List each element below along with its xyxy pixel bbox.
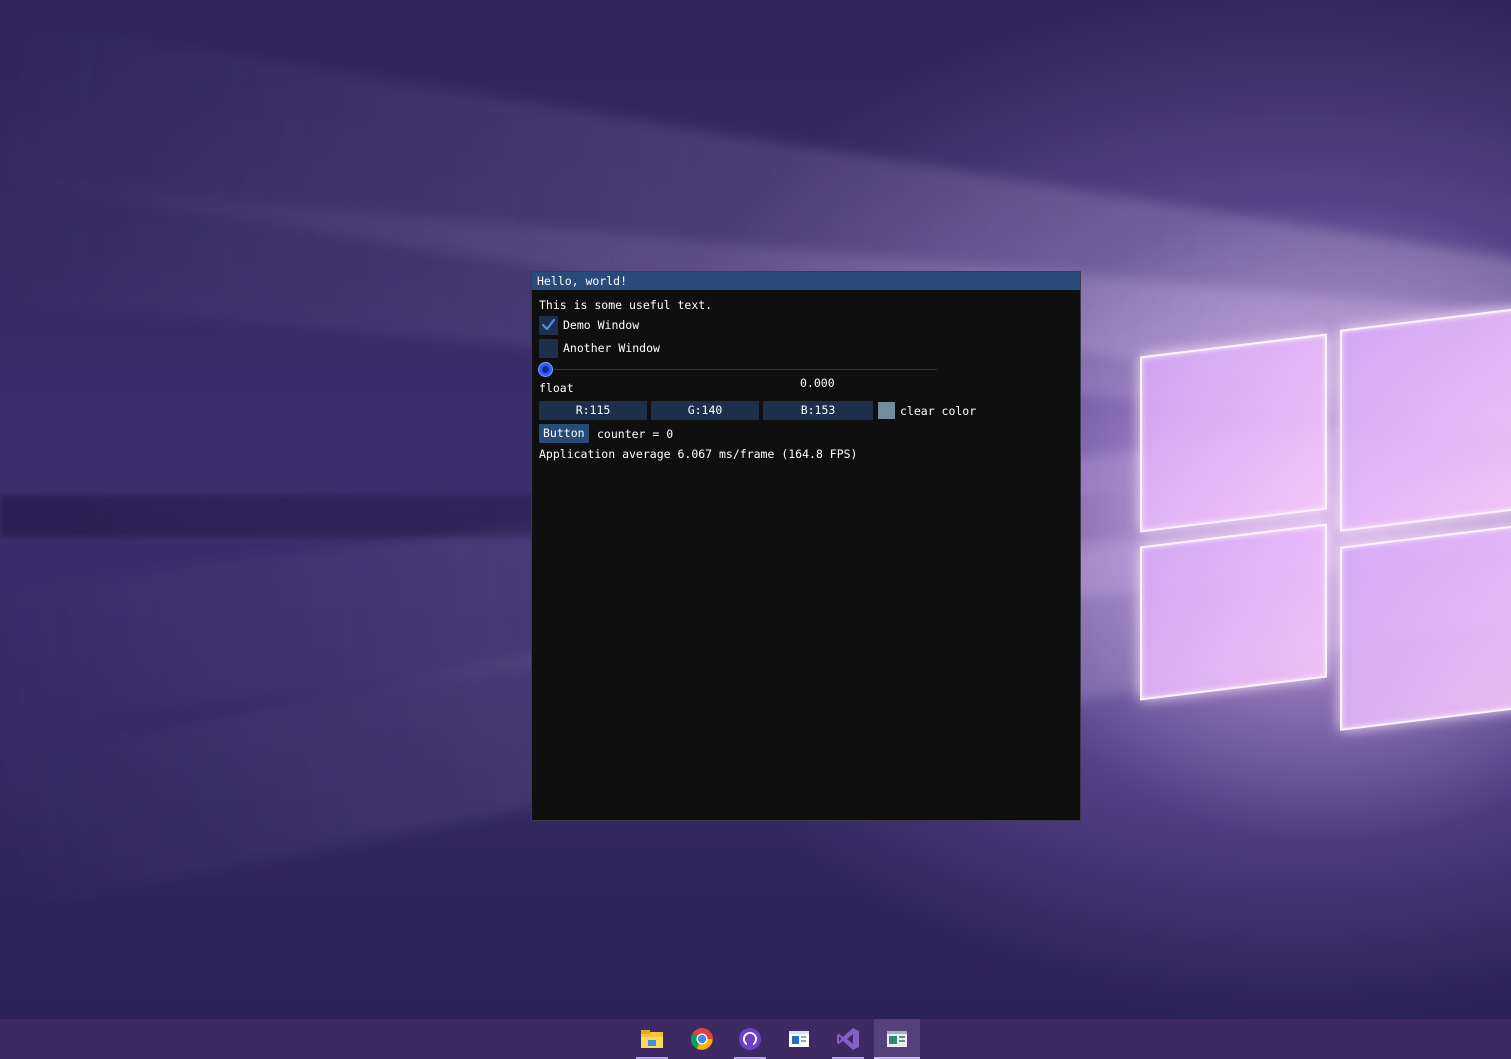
float-slider-track[interactable] [554, 369, 937, 370]
windows-logo-pane [1340, 306, 1511, 532]
color-r-field[interactable]: R:115 [539, 401, 647, 420]
counter-button[interactable]: Button [539, 424, 589, 443]
float-slider-grab[interactable] [539, 363, 552, 376]
chrome-icon [691, 1028, 713, 1050]
demo-window-label: Demo Window [563, 318, 640, 332]
useful-text: This is some useful text. [539, 298, 713, 312]
taskbar-github-desktop[interactable] [727, 1019, 773, 1059]
app-window-icon [789, 1031, 809, 1047]
float-slider-label: float [539, 381, 574, 395]
clear-color-label: clear color [900, 404, 977, 418]
imgui-app-icon [887, 1031, 907, 1047]
window-title: Hello, world! [537, 274, 628, 288]
another-window-label: Another Window [563, 341, 660, 355]
taskbar-file-explorer[interactable] [629, 1019, 675, 1059]
file-explorer-icon [641, 1030, 663, 1048]
clear-color-swatch[interactable] [878, 402, 895, 419]
hello-world-window[interactable]: Hello, world! This is some useful text. … [531, 271, 1081, 821]
windows-logo-pane [1140, 333, 1327, 533]
visual-studio-icon [837, 1028, 859, 1050]
color-b-field[interactable]: B:153 [763, 401, 873, 420]
taskbar-imgui-app[interactable] [874, 1019, 920, 1059]
counter-text: counter = 0 [597, 427, 674, 441]
taskbar-app-window[interactable] [776, 1019, 822, 1059]
checkmark-icon [541, 318, 556, 331]
taskbar-chrome[interactable] [679, 1019, 725, 1059]
demo-window-checkbox[interactable] [539, 316, 558, 335]
another-window-checkbox[interactable] [539, 339, 558, 358]
color-g-field[interactable]: G:140 [651, 401, 759, 420]
windows-logo-pane [1140, 523, 1327, 701]
github-desktop-icon [739, 1028, 761, 1050]
framerate-text: Application average 6.067 ms/frame (164.… [539, 447, 858, 461]
taskbar [0, 1019, 1511, 1059]
float-slider-value: 0.000 [800, 376, 835, 390]
taskbar-visual-studio[interactable] [825, 1019, 871, 1059]
window-title-bar[interactable]: Hello, world! [532, 272, 1080, 290]
windows-logo-pane [1340, 523, 1511, 731]
